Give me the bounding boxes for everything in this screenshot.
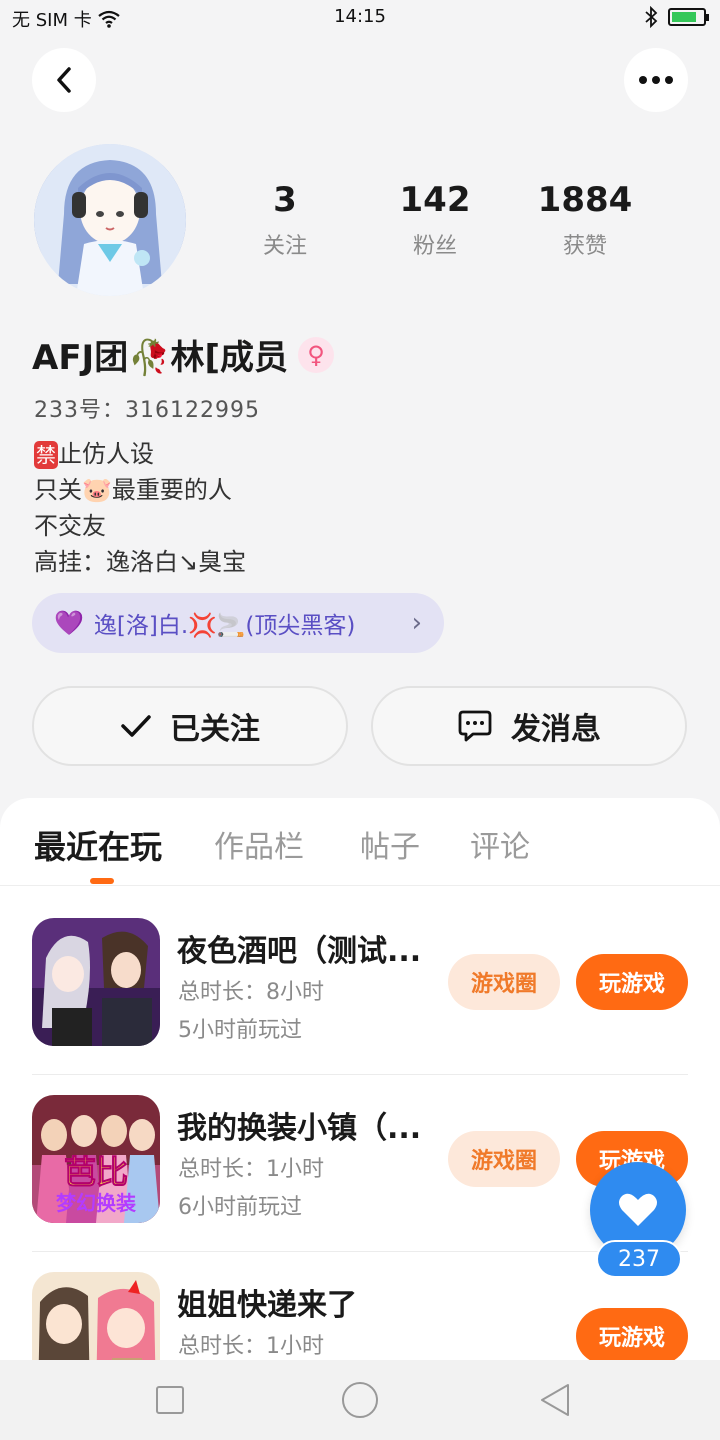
game-icon[interactable] [32,918,160,1046]
back-button[interactable] [32,48,96,112]
game-icon[interactable]: 芭比 梦幻换装 [32,1095,160,1223]
relationship-chip[interactable]: 💜 逸[洛]白.💢🚬(顶尖黑客) › [32,593,444,653]
bio-line: 不交友 [34,512,106,540]
stat-label: 关注 [262,234,307,259]
heart-icon [619,1193,657,1226]
game-title: 姐姐快递来了 [177,1288,357,1323]
home-icon[interactable] [342,1382,378,1418]
follow-button-label: 已关注 [170,712,260,747]
tab-posts[interactable]: 帖子 [360,822,420,866]
stat-likes[interactable]: 1884 获赞 [510,180,660,260]
chat-bubble-icon [458,710,492,742]
tab-indicator [90,878,114,884]
chevron-right-icon: › [411,608,422,638]
user-id: 233号：316122995 [34,398,260,423]
system-nav-bar [0,1360,720,1440]
game-circle-button[interactable]: 游戏圈 [448,954,560,1010]
clock: 14:15 [334,6,386,27]
tab-works[interactable]: 作品栏 [214,822,304,866]
battery-icon [668,8,709,26]
game-last-played: 5小时前玩过 [178,1018,302,1043]
game-icon[interactable] [32,1272,160,1360]
back-triangle-icon[interactable] [538,1382,572,1418]
status-bar: 无 SIM 卡 14:15 [0,0,720,36]
tab-comments[interactable]: 评论 [470,822,530,866]
checkmark-icon [121,715,151,737]
message-button[interactable]: 发消息 [371,686,687,766]
stat-followers[interactable]: 142 粉丝 [360,180,510,260]
game-row[interactable]: 芭比 梦幻换装 我的换装小镇（... 总时长：1小时 6小时前玩过 游戏圈 玩游… [32,1075,688,1252]
game-circle-button[interactable]: 游戏圈 [448,1131,560,1187]
bio-line: 禁止仿人设 [34,436,246,472]
bio: 禁止仿人设 只关🐷最重要的人 不交友 高挂：逸洛白↘臭宝 [34,436,246,580]
game-last-played: 6小时前玩过 [178,1195,302,1220]
stat-label: 粉丝 [412,234,457,259]
avatar-illustration [34,144,186,296]
stat-value: 1884 [537,180,633,220]
more-dots-icon [639,76,673,84]
relationship-chip-text: 逸[洛]白.💢🚬(顶尖黑客) [93,613,356,639]
purple-heart-icon: 💜 [54,609,84,637]
profile-tabs: 最近在玩 作品栏 帖子 评论 [0,798,720,886]
bio-text: 止仿人设 [58,440,154,468]
game-total-time: 总时长：1小时 [178,1157,324,1182]
stat-following[interactable]: 3 关注 [210,180,360,260]
game-total-time: 总时长：1小时 [178,1334,324,1359]
game-row[interactable]: 姐姐快递来了 总时长：1小时 玩游戏 [32,1252,688,1360]
game-title: 我的换装小镇（... [177,1111,422,1146]
chevron-left-icon [57,67,71,93]
profile-stats: 3 关注 142 粉丝 1884 获赞 [210,180,660,260]
bio-line: 高挂：逸洛白↘臭宝 [34,548,247,576]
game-icon-subtext: 梦幻换装 [56,1191,136,1215]
female-icon: ♀ [298,336,335,373]
game-total-time: 总时长：8小时 [178,980,324,1005]
name-row: AFJ团🥀林[成员 ♀ [32,330,335,379]
game-title: 夜色酒吧（测试... [177,934,422,969]
stat-value: 142 [399,180,471,220]
bluetooth-icon [645,6,658,28]
game-row[interactable]: 夜色酒吧（测试... 总时长：8小时 5小时前玩过 游戏圈 玩游戏 [32,898,688,1075]
play-game-button[interactable]: 玩游戏 [576,954,688,1010]
like-count: 237 [596,1240,682,1278]
message-button-label: 发消息 [511,712,601,747]
more-button[interactable] [624,48,688,112]
status-right [644,6,709,28]
avatar[interactable] [34,144,186,296]
bio-line: 只关🐷最重要的人 [34,476,232,504]
forbidden-badge-icon: 禁 [34,441,58,469]
stat-label: 获赞 [562,234,607,259]
follow-button[interactable]: 已关注 [32,686,348,766]
recent-apps-icon[interactable] [156,1386,184,1414]
username: AFJ团🥀林[成员 [32,338,289,378]
play-game-button[interactable]: 玩游戏 [576,1308,688,1360]
tab-recently-played[interactable]: 最近在玩 [34,822,162,868]
stat-value: 3 [273,180,297,220]
